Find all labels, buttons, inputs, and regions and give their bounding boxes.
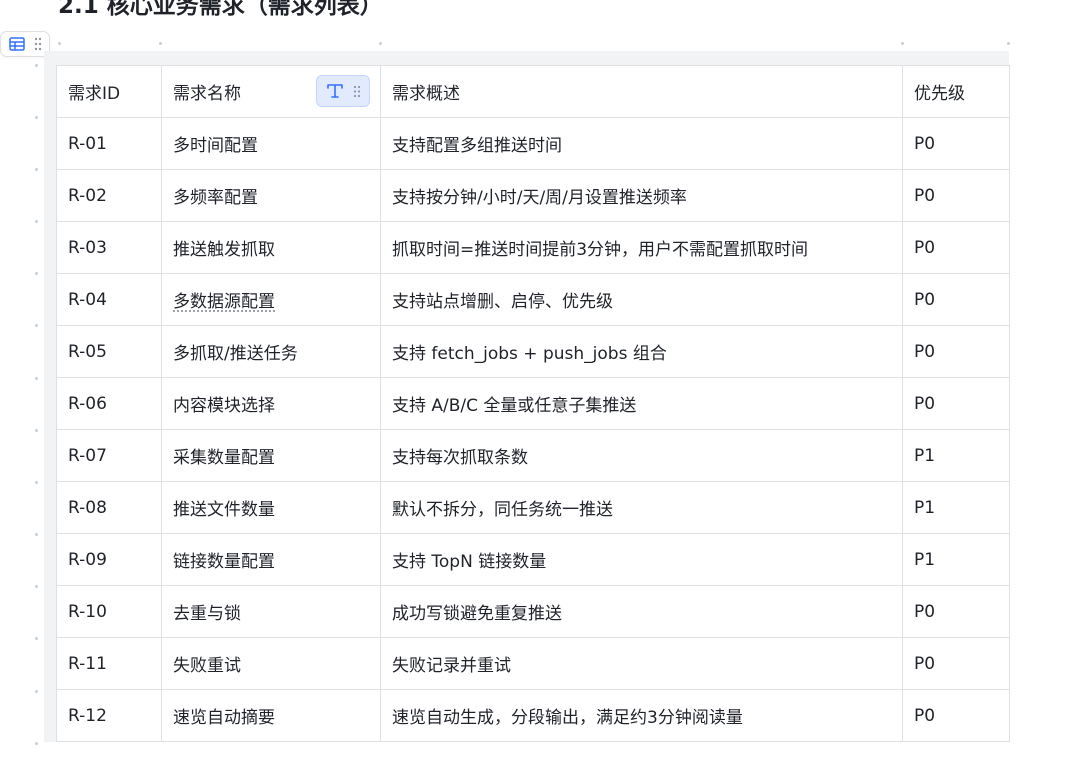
table-row: R-05 多抓取/推送任务 支持 fetch_jobs + push_jobs …	[56, 325, 1010, 378]
table-header-row: 需求ID 需求名称 需求概述 优先级	[56, 65, 1010, 118]
row-insert-dot[interactable]	[35, 377, 38, 380]
cell-priority[interactable]: P1	[902, 429, 1010, 482]
cell-summary[interactable]: 支持 fetch_jobs + push_jobs 组合	[380, 325, 903, 378]
cell-id[interactable]: R-03	[56, 221, 162, 274]
cell-priority[interactable]: P0	[902, 325, 1010, 378]
table-row: R-06 内容模块选择 支持 A/B/C 全量或任意子集推送 P0	[56, 377, 1010, 430]
table-row: R-08 推送文件数量 默认不拆分，同任务统一推送 P1	[56, 481, 1010, 534]
table-row: R-03 推送触发抓取 抓取时间=推送时间提前3分钟，用户不需配置抓取时间 P0	[56, 221, 1010, 274]
cell-id[interactable]: R-12	[56, 689, 162, 742]
row-insert-dot[interactable]	[35, 168, 38, 171]
cell-id[interactable]: R-05	[56, 325, 162, 378]
cell-id[interactable]: R-06	[56, 377, 162, 430]
column-insert-dot[interactable]	[379, 42, 382, 45]
text-type-icon	[327, 84, 343, 98]
column-insert-dot[interactable]	[159, 42, 162, 45]
section-heading: 2.1 核心业务需求（需求列表）	[58, 0, 383, 19]
row-insert-dot[interactable]	[35, 429, 38, 432]
cell-priority[interactable]: P0	[902, 273, 1010, 326]
cell-priority[interactable]: P0	[902, 377, 1010, 430]
cell-name[interactable]: 多时间配置	[161, 117, 381, 170]
cell-summary[interactable]: 支持 TopN 链接数量	[380, 533, 903, 586]
cell-priority[interactable]: P0	[902, 117, 1010, 170]
cell-name[interactable]: 多频率配置	[161, 169, 381, 222]
cell-summary[interactable]: 支持每次抓取条数	[380, 429, 903, 482]
cell-summary[interactable]: 默认不拆分，同任务统一推送	[380, 481, 903, 534]
cell-priority[interactable]: P1	[902, 481, 1010, 534]
row-insert-dot[interactable]	[35, 220, 38, 223]
cell-name[interactable]: 内容模块选择	[161, 377, 381, 430]
row-insert-dot[interactable]	[35, 116, 38, 119]
drag-handle-icon[interactable]	[34, 37, 42, 51]
cell-summary[interactable]: 支持 A/B/C 全量或任意子集推送	[380, 377, 903, 430]
row-insert-dot[interactable]	[35, 637, 38, 640]
table-row: R-02 多频率配置 支持按分钟/小时/天/周/月设置推送频率 P0	[56, 169, 1010, 222]
column-type-button[interactable]	[316, 75, 370, 107]
cell-id[interactable]: R-08	[56, 481, 162, 534]
table-row: R-12 速览自动摘要 速览自动生成，分段输出，满足约3分钟阅读量 P0	[56, 689, 1010, 742]
cell-summary[interactable]: 支持站点增删、启停、优先级	[380, 273, 903, 326]
row-insert-dot[interactable]	[35, 533, 38, 536]
cell-summary[interactable]: 速览自动生成，分段输出，满足约3分钟阅读量	[380, 689, 903, 742]
cell-name[interactable]: 采集数量配置	[161, 429, 381, 482]
table-row: R-09 链接数量配置 支持 TopN 链接数量 P1	[56, 533, 1010, 586]
row-insert-dot[interactable]	[35, 742, 38, 745]
cell-name[interactable]: 推送文件数量	[161, 481, 381, 534]
row-select-bar[interactable]	[44, 65, 56, 742]
cell-priority[interactable]: P0	[902, 169, 1010, 222]
drag-handle-icon[interactable]	[353, 85, 361, 98]
cell-id[interactable]: R-10	[56, 585, 162, 638]
column-insert-dot[interactable]	[901, 42, 904, 45]
cell-id[interactable]: R-11	[56, 637, 162, 690]
cell-name[interactable]: 链接数量配置	[161, 533, 381, 586]
cell-id[interactable]: R-07	[56, 429, 162, 482]
header-cell-id[interactable]: 需求ID	[56, 65, 162, 118]
table-row: R-07 采集数量配置 支持每次抓取条数 P1	[56, 429, 1010, 482]
cell-summary[interactable]: 支持按分钟/小时/天/周/月设置推送频率	[380, 169, 903, 222]
cell-summary[interactable]: 成功写锁避免重复推送	[380, 585, 903, 638]
cell-priority[interactable]: P0	[902, 637, 1010, 690]
cell-priority[interactable]: P1	[902, 533, 1010, 586]
cell-summary[interactable]: 抓取时间=推送时间提前3分钟，用户不需配置抓取时间	[380, 221, 903, 274]
column-select-bar[interactable]	[44, 51, 1009, 65]
row-insert-dot[interactable]	[35, 585, 38, 588]
cell-id[interactable]: R-04	[56, 273, 162, 326]
cell-priority[interactable]: P0	[902, 689, 1010, 742]
table-row: R-01 多时间配置 支持配置多组推送时间 P0	[56, 117, 1010, 170]
row-insert-dot[interactable]	[35, 481, 38, 484]
requirements-table: 需求ID 需求名称 需求概述 优先级 R-01 多时间配置 支持配置多组推送时间…	[56, 65, 1010, 742]
cell-id[interactable]: R-02	[56, 169, 162, 222]
table-grid-icon	[9, 37, 25, 51]
row-insert-dot[interactable]	[35, 272, 38, 275]
cell-name[interactable]: 推送触发抓取	[161, 221, 381, 274]
cell-summary[interactable]: 支持配置多组推送时间	[380, 117, 903, 170]
cell-name[interactable]: 去重与锁	[161, 585, 381, 638]
row-insert-dot[interactable]	[35, 324, 38, 327]
cell-id[interactable]: R-09	[56, 533, 162, 586]
row-insert-dot[interactable]	[35, 690, 38, 693]
cell-priority[interactable]: P0	[902, 585, 1010, 638]
cell-name[interactable]: 多数据源配置	[161, 273, 381, 326]
table-row: R-10 去重与锁 成功写锁避免重复推送 P0	[56, 585, 1010, 638]
row-insert-dot[interactable]	[35, 64, 38, 67]
table-block-handle[interactable]	[0, 31, 50, 57]
cell-name[interactable]: 失败重试	[161, 637, 381, 690]
header-cell-priority[interactable]: 优先级	[902, 65, 1010, 118]
cell-name[interactable]: 速览自动摘要	[161, 689, 381, 742]
column-insert-dot[interactable]	[1007, 42, 1010, 45]
cell-name[interactable]: 多抓取/推送任务	[161, 325, 381, 378]
cell-summary[interactable]: 失败记录并重试	[380, 637, 903, 690]
table-row: R-11 失败重试 失败记录并重试 P0	[56, 637, 1010, 690]
column-insert-dot[interactable]	[58, 42, 61, 45]
table-row: R-04 多数据源配置 支持站点增删、启停、优先级 P0	[56, 273, 1010, 326]
cell-id[interactable]: R-01	[56, 117, 162, 170]
cell-priority[interactable]: P0	[902, 221, 1010, 274]
header-cell-summary[interactable]: 需求概述	[380, 65, 903, 118]
